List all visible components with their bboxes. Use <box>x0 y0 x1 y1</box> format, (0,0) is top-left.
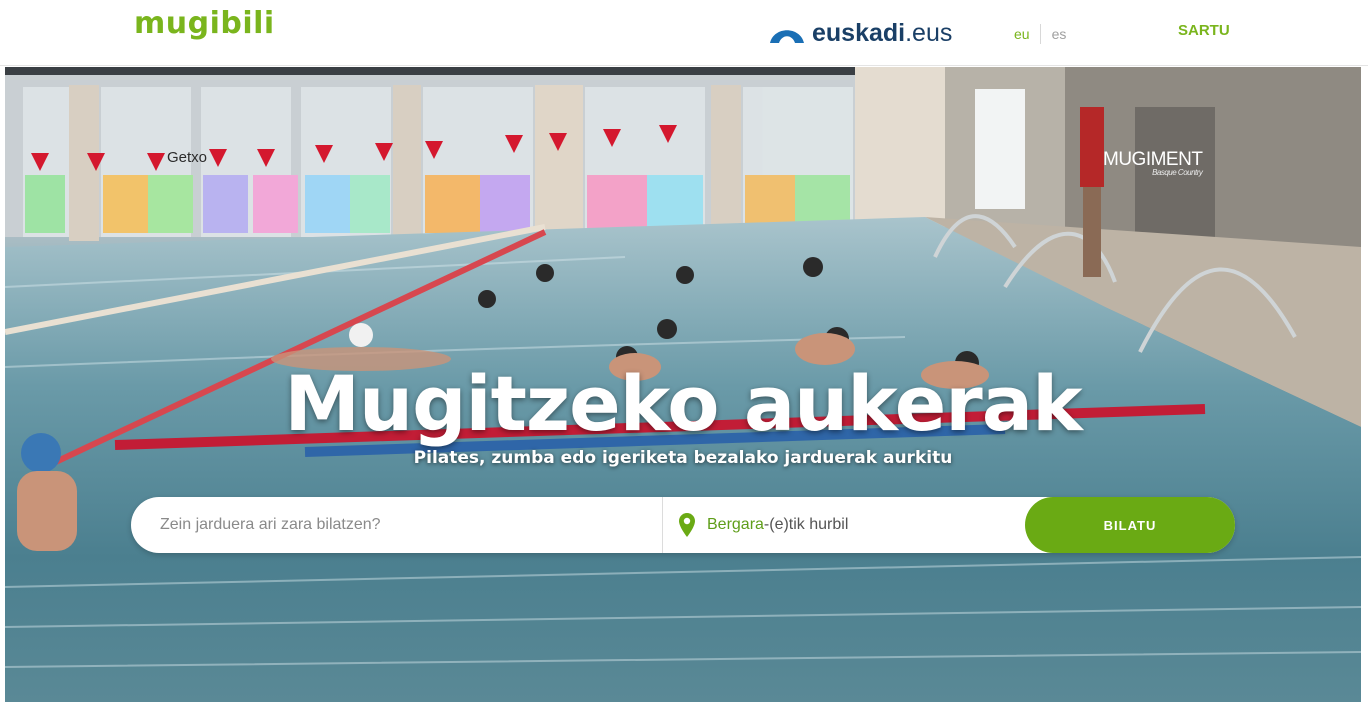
language-divider <box>1039 24 1041 44</box>
watermark-getxo: Getxo <box>167 149 208 166</box>
location-suffix: -(e)tik hurbil <box>763 516 849 533</box>
hero-title: Mugitzeko aukerak <box>284 359 1082 448</box>
login-button[interactable]: SARTU <box>1178 22 1230 39</box>
site-header: mugibili euskadi.eus eu es SARTU <box>0 0 1368 66</box>
location-city: Bergara <box>707 516 764 533</box>
euskadi-link[interactable]: euskadi.eus <box>768 16 952 50</box>
activity-search-form: Bergara-(e)tik hurbil BILATU <box>131 497 1235 553</box>
map-pin-icon <box>679 513 695 537</box>
location-selector[interactable]: Bergara-(e)tik hurbil <box>663 497 1025 553</box>
site-logo[interactable]: mugibili <box>134 6 275 41</box>
hero-banner: Getxo MUGIMENT Basque Country Mugitzeko … <box>5 67 1361 702</box>
location-text: Bergara-(e)tik hurbil <box>707 516 848 534</box>
watermark-muginent: MUGIMENT Basque Country <box>1103 149 1203 177</box>
language-switcher: eu es <box>1014 24 1066 44</box>
activity-search-input[interactable] <box>131 497 662 553</box>
language-es[interactable]: es <box>1052 26 1067 42</box>
euskadi-logo-icon <box>770 30 804 43</box>
euskadi-wordmark: euskadi.eus <box>812 18 953 47</box>
search-button[interactable]: BILATU <box>1025 497 1235 553</box>
hero-subtitle: Pilates, zumba edo igeriketa bezalako ja… <box>413 448 953 468</box>
language-eu[interactable]: eu <box>1014 26 1030 42</box>
